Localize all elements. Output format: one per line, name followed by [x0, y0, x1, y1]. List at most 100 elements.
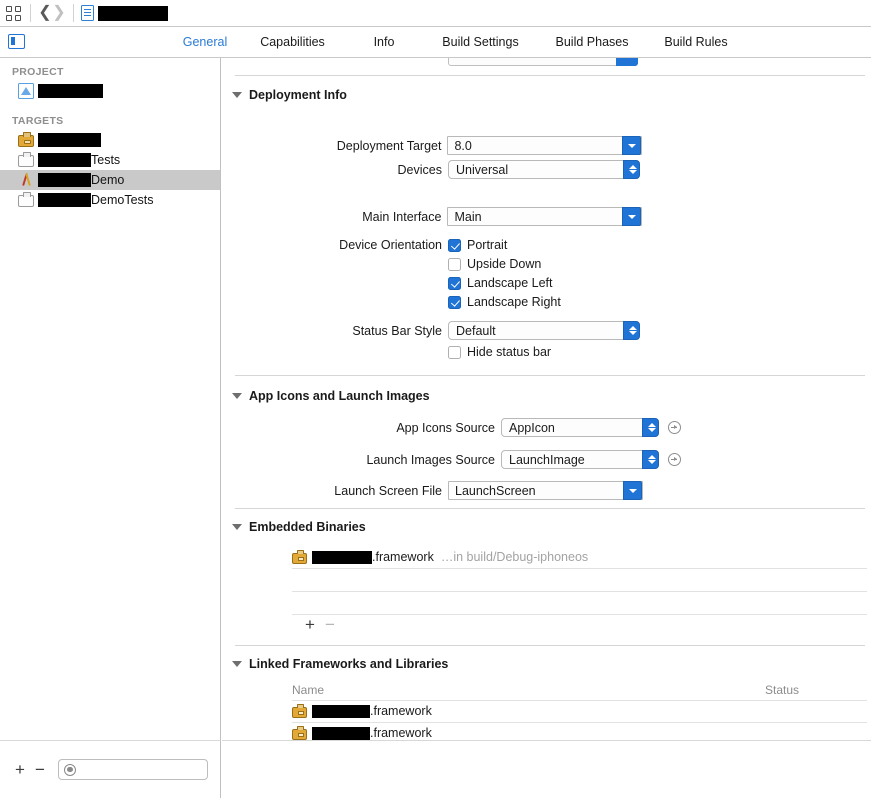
- field-label: Deployment Target: [336, 138, 442, 153]
- field-label: Status Bar Style: [352, 323, 442, 338]
- framework-name-suffix: .framework: [370, 726, 432, 740]
- checkbox-hide-status-bar[interactable]: Hide status bar: [448, 345, 551, 359]
- disclosure-triangle-icon: [232, 524, 242, 530]
- app-icons-source-popup[interactable]: AppIcon: [501, 418, 659, 437]
- project-target-sidebar: PROJECT TARGETS Tests Demo DemoTests: [0, 58, 221, 740]
- framework-name-suffix: .framework: [372, 550, 434, 564]
- navigator-toggle-icon[interactable]: [8, 34, 25, 49]
- section-divider: [235, 508, 865, 509]
- devices-popup[interactable]: Universal: [448, 160, 640, 179]
- field-label: App Icons Source: [396, 420, 495, 435]
- deployment-target-combo[interactable]: 8.0: [447, 136, 642, 155]
- stepper-arrows-icon[interactable]: [642, 450, 659, 469]
- target-name-redacted: [38, 173, 91, 187]
- column-header-name: Name: [292, 683, 325, 697]
- tab-capabilities[interactable]: Capabilities: [240, 35, 345, 49]
- chevron-down-icon[interactable]: [622, 207, 641, 226]
- section-title: Linked Frameworks and Libraries: [249, 657, 449, 671]
- table-header-divider: [292, 700, 867, 701]
- field-label: Device Orientation: [339, 238, 442, 252]
- field-device-orientation: Device Orientation Portrait Upside Down …: [222, 238, 652, 314]
- checkbox-checked-icon: [448, 276, 461, 290]
- section-header-deployment-info[interactable]: Deployment Info: [232, 88, 347, 102]
- checkbox-label: Landscape Left: [467, 276, 553, 290]
- disclosure-triangle-icon: [232, 92, 242, 98]
- general-settings-pane: Deployment Info Deployment Target 8.0 De…: [222, 58, 871, 740]
- sidebar-item-target-tests[interactable]: Tests: [0, 150, 220, 170]
- add-target-button[interactable]: +: [10, 760, 30, 779]
- framework-name-redacted: [312, 550, 372, 564]
- xcode-project-editor: ❮ ❯ General Capabilities Info Build Sett…: [0, 0, 871, 798]
- checkbox-label: Upside Down: [467, 257, 542, 271]
- add-embedded-binary-button[interactable]: +: [300, 616, 320, 634]
- section-header-linked-frameworks[interactable]: Linked Frameworks and Libraries: [232, 657, 448, 671]
- field-launch-images-source: Launch Images Source LaunchImage: [222, 450, 681, 469]
- field-label: Launch Images Source: [366, 452, 495, 467]
- sidebar-item-target-app[interactable]: [0, 130, 220, 150]
- stepper-arrows-icon[interactable]: [623, 160, 640, 179]
- framework-icon: [292, 549, 307, 564]
- reveal-app-icons-button[interactable]: [668, 421, 681, 434]
- section-title: Embedded Binaries: [249, 520, 366, 534]
- section-title: App Icons and Launch Images: [249, 389, 430, 403]
- table-row-divider: [292, 568, 867, 569]
- checkbox-upside-down[interactable]: Upside Down: [448, 257, 561, 271]
- checkbox-portrait[interactable]: Portrait: [448, 238, 561, 252]
- checkbox-landscape-right[interactable]: Landscape Right: [448, 295, 561, 309]
- framework-icon: [292, 703, 307, 718]
- main-interface-combo[interactable]: Main: [447, 207, 642, 226]
- chevron-right-icon[interactable]: ❯: [52, 5, 66, 21]
- framework-name-suffix: .framework: [370, 704, 432, 718]
- embedded-binary-row[interactable]: .framework …in build/Debug-iphoneos: [292, 549, 589, 564]
- tab-build-phases[interactable]: Build Phases: [538, 35, 646, 49]
- table-row-divider: [292, 591, 867, 592]
- field-launch-screen-file: Launch Screen File LaunchScreen: [222, 481, 643, 500]
- sidebar-item-label: Tests: [91, 153, 121, 167]
- field-label: Main Interface: [362, 209, 442, 224]
- grid-icon[interactable]: [6, 5, 23, 22]
- sidebar-item-project[interactable]: [0, 81, 220, 101]
- toolbar-divider: [73, 4, 74, 22]
- target-name-redacted: [38, 133, 101, 147]
- sidebar-filter-input[interactable]: [58, 759, 208, 780]
- table-row[interactable]: .framework: [292, 725, 432, 740]
- remove-target-button[interactable]: −: [30, 760, 50, 779]
- field-devices: Devices Universal: [222, 160, 642, 179]
- section-header-embedded-binaries[interactable]: Embedded Binaries: [232, 520, 366, 534]
- sidebar-item-target-demo[interactable]: Demo: [0, 170, 220, 190]
- section-header-app-icons[interactable]: App Icons and Launch Images: [232, 389, 430, 403]
- stepper-arrows-icon[interactable]: [623, 321, 640, 340]
- tab-build-settings[interactable]: Build Settings: [423, 35, 538, 49]
- framework-name-redacted: [312, 726, 370, 740]
- reveal-launch-images-button[interactable]: [668, 453, 681, 466]
- breadcrumb-filename-redacted: [98, 5, 168, 21]
- clipped-dropdown-above-fold[interactable]: [448, 58, 638, 66]
- checkbox-landscape-left[interactable]: Landscape Left: [448, 276, 561, 290]
- sidebar-item-label: Demo: [91, 173, 125, 187]
- field-label: Devices: [397, 162, 442, 177]
- section-divider: [235, 375, 865, 376]
- tab-info[interactable]: Info: [345, 35, 423, 49]
- sidebar-bottom-bar: + −: [0, 740, 221, 798]
- framework-path: …in build/Debug-iphoneos: [440, 550, 589, 564]
- sidebar-item-target-demotests[interactable]: DemoTests: [0, 190, 220, 210]
- field-deployment-target: Deployment Target 8.0: [222, 136, 642, 155]
- project-document-icon[interactable]: [81, 5, 94, 21]
- launch-screen-file-combo[interactable]: LaunchScreen: [448, 481, 643, 500]
- table-row-divider: [292, 722, 867, 723]
- tab-general[interactable]: General: [170, 35, 240, 49]
- toolbar-divider: [30, 4, 31, 22]
- chevron-down-icon[interactable]: [622, 136, 641, 155]
- tab-build-rules[interactable]: Build Rules: [646, 35, 746, 49]
- launch-images-source-popup[interactable]: LaunchImage: [501, 450, 659, 469]
- project-icon: [18, 83, 34, 99]
- checkbox-label: Landscape Right: [467, 295, 561, 309]
- table-row[interactable]: .framework: [292, 703, 432, 718]
- chevron-left-icon[interactable]: ❮: [38, 5, 52, 21]
- stepper-arrows-icon[interactable]: [642, 418, 659, 437]
- chevron-down-icon[interactable]: [623, 481, 642, 500]
- breadcrumb-toolbar: ❮ ❯: [0, 0, 871, 27]
- disclosure-triangle-icon: [232, 661, 242, 667]
- remove-embedded-binary-button[interactable]: −: [320, 616, 340, 634]
- status-bar-style-popup[interactable]: Default: [448, 321, 640, 340]
